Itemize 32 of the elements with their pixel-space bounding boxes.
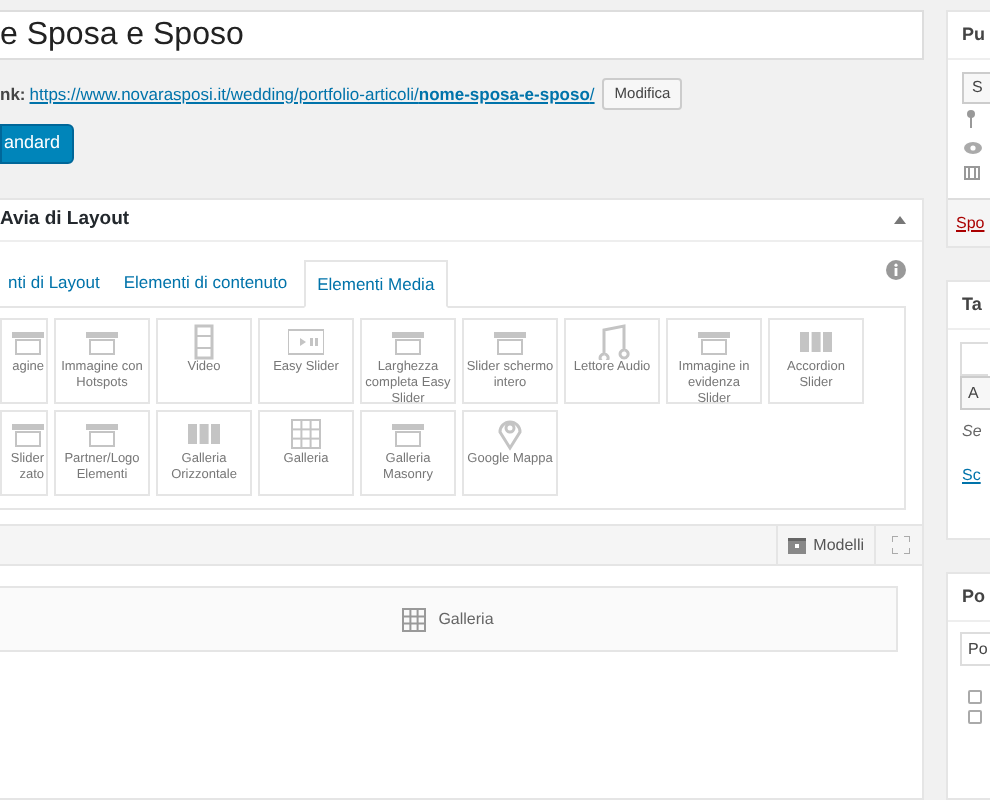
element-tab[interactable]: nti di Layout — [0, 258, 108, 306]
element-icon — [288, 416, 324, 452]
element-tab[interactable]: Elementi Media — [303, 260, 449, 308]
element-title: Galleria — [438, 607, 494, 631]
format-tab[interactable]: Po — [960, 632, 990, 666]
title-field[interactable]: e Sposa e Sposo — [0, 10, 924, 60]
format-checkbox[interactable] — [968, 690, 982, 704]
choose-tags-link[interactable]: Sc — [962, 464, 990, 488]
permalink-label: nk: — [0, 81, 26, 107]
gallery-element[interactable]: Galleria — [0, 586, 898, 652]
eye-icon — [964, 142, 982, 154]
add-tag-button[interactable]: A — [960, 376, 990, 410]
format-checkbox[interactable] — [968, 710, 982, 724]
element-tab[interactable]: Elementi di contenuto — [115, 258, 296, 306]
collapse-arrow-icon[interactable] — [894, 216, 906, 224]
element-icon — [288, 324, 324, 360]
panel-title: Avia di Layout — [0, 205, 130, 234]
save-draft-button[interactable]: S — [962, 72, 990, 104]
pin-icon — [966, 110, 976, 128]
grid-icon — [402, 607, 427, 631]
tags-hint: Se — [962, 420, 984, 444]
calendar-icon — [964, 164, 980, 180]
box-title: Ta — [948, 282, 990, 330]
default-editor-button[interactable]: andard — [0, 124, 75, 164]
element-icon — [594, 324, 630, 360]
permalink-link[interactable]: https://www.novarasposi.it/wedding/portfolio-articoli/nome-sposa-e-sposo/ — [29, 81, 595, 107]
info-icon[interactable] — [886, 260, 906, 280]
folder-icon — [787, 537, 806, 553]
box-title: Po — [948, 574, 990, 622]
box-title: Pu — [948, 12, 990, 60]
templates-button[interactable]: Modelli — [775, 524, 876, 566]
fullscreen-icon[interactable] — [892, 536, 910, 554]
